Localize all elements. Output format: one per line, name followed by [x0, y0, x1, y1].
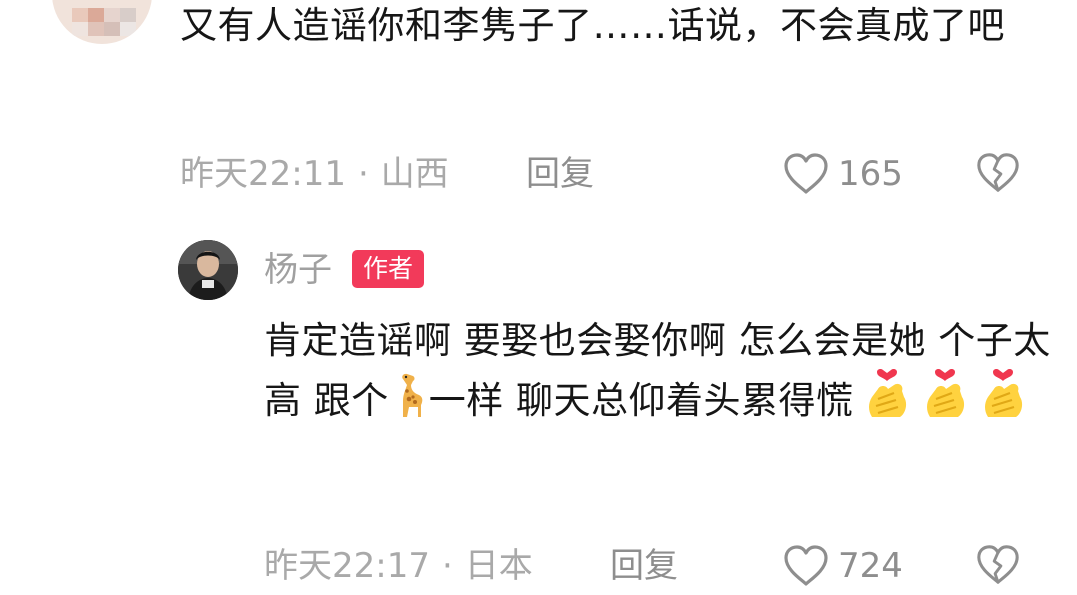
avatar-pixel — [104, 8, 120, 22]
dislike-button[interactable] — [975, 151, 1021, 197]
avatar-pixel — [120, 8, 136, 22]
reply-location: 日本 — [464, 546, 533, 586]
author-name[interactable]: 杨子 — [264, 249, 332, 291]
author-badge: 作者 — [352, 250, 425, 288]
like-count: 165 — [838, 154, 903, 194]
heart-hands-emoji — [984, 369, 1022, 417]
author-avatar[interactable] — [178, 240, 238, 300]
like-button[interactable]: 724 — [782, 543, 903, 589]
avatar-pixel — [88, 22, 104, 36]
reply-meta: 昨天22:17 · 日本 — [264, 544, 533, 588]
reply-text: 肯定造谣啊 要娶也会娶你啊 怎么会是她 个子太高 跟个 一样 聊天总仰着头累得慌 — [264, 313, 1054, 429]
like-button[interactable]: 165 — [782, 151, 903, 197]
comment-text: 又有人造谣你和李隽子了……话说，不会真成了吧 — [180, 4, 1005, 47]
like-count: 724 — [838, 546, 903, 586]
meta-separator: · — [441, 546, 453, 586]
reply-button[interactable]: 回复 — [526, 152, 594, 196]
commenter-avatar-blurred[interactable] — [52, 0, 152, 44]
broken-heart-icon — [977, 153, 1019, 192]
reply-text-part2: 一样 聊天总仰着头累得慌 — [428, 379, 854, 422]
comment-time: 昨天22:11 — [180, 154, 346, 194]
avatar-pixel — [120, 22, 136, 36]
heart-outline-icon — [784, 153, 828, 194]
reply-time: 昨天22:17 — [264, 546, 430, 586]
comment-meta: 昨天22:11 · 山西 — [180, 152, 449, 196]
avatar-pixel — [72, 8, 88, 22]
avatar-pixel — [88, 8, 104, 22]
dislike-button[interactable] — [975, 543, 1021, 589]
heart-hands-emoji — [868, 369, 906, 417]
heart-hands-emoji — [926, 369, 964, 417]
broken-heart-icon — [977, 545, 1019, 584]
avatar-pixel — [72, 22, 88, 36]
reply-button[interactable]: 回复 — [610, 544, 678, 588]
avatar-pixel — [104, 22, 120, 36]
comment-location: 山西 — [380, 154, 449, 194]
author-avatar-image — [178, 240, 238, 300]
heart-outline-icon — [784, 545, 828, 586]
meta-separator: · — [357, 154, 369, 194]
giraffe-emoji — [401, 373, 423, 417]
